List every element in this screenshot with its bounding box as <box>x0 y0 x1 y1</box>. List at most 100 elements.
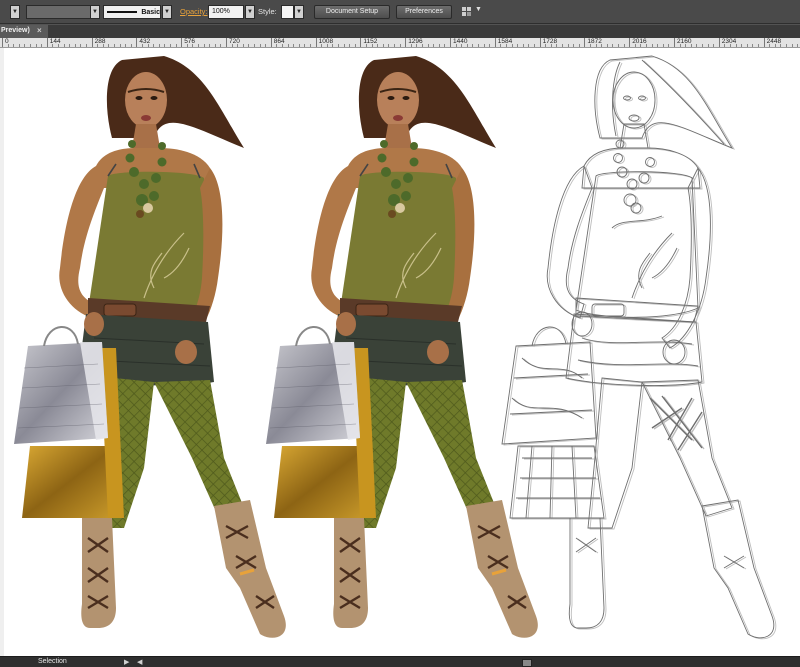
ruler-tick-label: 1008 <box>315 38 333 47</box>
ruler-minor-tick <box>545 44 547 47</box>
opacity-input[interactable]: 100% <box>208 5 244 19</box>
graphic-style-swatch[interactable] <box>281 5 294 19</box>
ruler-minor-tick <box>298 44 300 47</box>
ruler-minor-tick <box>41 44 43 47</box>
ruler-minor-tick <box>612 44 614 47</box>
ruler-minor-tick <box>640 44 642 47</box>
artboard-canvas[interactable] <box>0 48 800 656</box>
ruler-minor-tick <box>158 44 160 47</box>
ruler-minor-tick <box>52 44 54 47</box>
photo-figure-middle[interactable] <box>264 54 540 640</box>
brush-chevron-down-icon[interactable]: ▼ <box>162 5 172 19</box>
ruler-minor-tick <box>601 44 603 47</box>
ruler-minor-tick <box>338 44 339 47</box>
horizontal-scrollbar-thumb[interactable] <box>522 659 532 667</box>
ruler-minor-tick <box>461 44 463 47</box>
ruler-minor-tick <box>237 44 239 47</box>
ruler-minor-tick <box>797 44 799 47</box>
ruler-minor-tick <box>506 44 507 47</box>
ruler-minor-tick <box>209 44 211 47</box>
ruler-minor-tick <box>702 44 703 47</box>
ruler-minor-tick <box>730 44 731 47</box>
ruler-minor-tick <box>30 44 31 47</box>
ruler-minor-tick <box>153 44 155 47</box>
ruler-minor-tick <box>74 44 76 47</box>
ruler-tick-label: 1728 <box>539 38 557 47</box>
ruler-minor-tick <box>780 44 782 47</box>
ruler-minor-tick <box>735 44 737 47</box>
scroll-left-arrow-icon[interactable]: ◀ <box>137 658 142 666</box>
ruler-minor-tick <box>679 44 681 47</box>
ruler-minor-tick <box>455 44 457 47</box>
ruler-minor-tick <box>483 44 485 47</box>
ruler-minor-tick <box>80 44 82 47</box>
arrange-documents-icon[interactable] <box>461 6 473 18</box>
brush-definition-select[interactable]: Basic <box>103 5 161 19</box>
document-tab[interactable]: Preview) × <box>0 25 48 38</box>
ruler-tick-label: 1296 <box>405 38 423 47</box>
ruler-minor-tick <box>354 44 356 47</box>
ruler-minor-tick <box>590 44 591 47</box>
ruler-minor-tick <box>606 44 608 47</box>
ruler-minor-tick <box>304 44 306 47</box>
ruler-minor-tick <box>517 44 519 47</box>
ruler-minor-tick <box>254 44 255 47</box>
ruler-minor-tick <box>265 44 267 47</box>
ruler-minor-tick <box>634 44 636 47</box>
close-tab-icon[interactable]: × <box>37 25 42 37</box>
ruler-minor-tick <box>388 44 390 47</box>
ruler-minor-tick <box>707 44 709 47</box>
ruler-tick-label: 1440 <box>450 38 467 47</box>
ruler-minor-tick <box>259 44 261 47</box>
horizontal-ruler[interactable]: 0 144 288 432 576 720 864 1008 1152 1296 1440 1584 1… <box>0 38 800 48</box>
ruler-minor-tick <box>662 44 664 47</box>
style-chevron-down-icon[interactable]: ▼ <box>294 5 304 19</box>
ruler-minor-tick <box>326 44 328 47</box>
traced-outline-figure[interactable] <box>501 55 777 640</box>
opacity-chevron-down-icon[interactable]: ▼ <box>245 5 255 19</box>
photo-figure-left[interactable] <box>12 54 288 640</box>
ruler-minor-tick <box>35 44 37 47</box>
ruler-minor-tick <box>646 44 647 47</box>
ruler-tick-label: 2304 <box>718 38 736 47</box>
ruler-tick-label: 1152 <box>360 38 377 47</box>
opacity-label[interactable]: Opacity: <box>180 7 208 16</box>
ruler-minor-tick <box>248 44 250 47</box>
stroke-chevron-down-icon[interactable]: ▼ <box>90 5 100 19</box>
brush-stroke-preview <box>107 11 138 13</box>
ruler-minor-tick <box>534 44 535 47</box>
ruler-minor-tick <box>422 44 423 47</box>
arrange-chevron-down-icon[interactable]: ▼ <box>475 6 482 13</box>
ruler-minor-tick <box>192 44 194 47</box>
ruler-minor-tick <box>114 44 115 47</box>
status-menu-arrow-icon[interactable]: ▶ <box>124 658 129 666</box>
ruler-minor-tick <box>466 44 468 47</box>
document-setup-button[interactable]: Document Setup <box>314 5 390 19</box>
ruler-minor-tick <box>293 44 295 47</box>
ruler-minor-tick <box>175 44 177 47</box>
ruler-minor-tick <box>550 44 552 47</box>
stroke-weight-field[interactable] <box>26 5 92 19</box>
ruler-minor-tick <box>142 44 143 47</box>
ruler-minor-tick <box>119 44 121 47</box>
control-bar: ▼ ▼ Basic ▼ Opacity: 100% ▼ Style: ▼ Doc… <box>0 0 800 24</box>
preferences-button[interactable]: Preferences <box>396 5 452 19</box>
ruler-minor-tick <box>69 44 71 47</box>
ruler-minor-tick <box>427 44 429 47</box>
ruler-minor-tick <box>500 44 502 47</box>
ruler-minor-tick <box>489 44 491 47</box>
ruler-minor-tick <box>696 44 698 47</box>
ruler-minor-tick <box>287 44 289 47</box>
ruler-minor-tick <box>377 44 379 47</box>
fill-chevron-down-icon[interactable]: ▼ <box>10 5 20 19</box>
ruler-minor-tick <box>713 44 715 47</box>
current-tool-label[interactable]: Selection <box>38 658 67 665</box>
ruler-minor-tick <box>399 44 401 47</box>
ruler-minor-tick <box>147 44 149 47</box>
ruler-minor-tick <box>786 44 787 47</box>
ruler-minor-tick <box>657 44 659 47</box>
artwork <box>12 54 777 640</box>
ruler-minor-tick <box>578 44 580 47</box>
ruler-minor-tick <box>438 44 440 47</box>
style-label: Style: <box>258 7 277 16</box>
